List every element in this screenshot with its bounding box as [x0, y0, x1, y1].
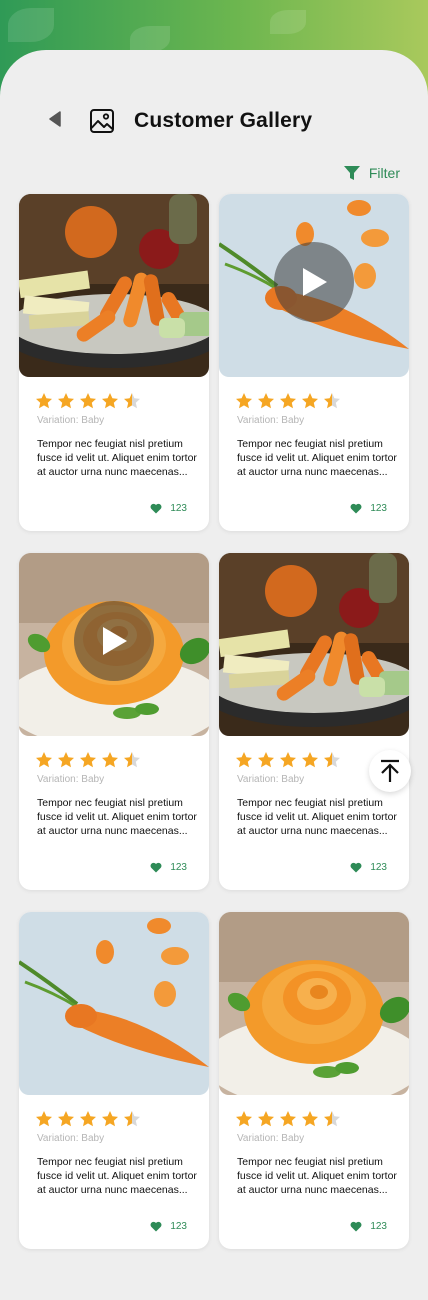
- gallery-card[interactable]: Variation: Baby Tempor nec feugiat nisl p…: [219, 553, 409, 890]
- star-icon: [258, 393, 274, 409]
- background-leaf-decoration: [130, 26, 170, 52]
- star-icon: [36, 752, 52, 768]
- star-icon: [124, 1111, 140, 1127]
- gallery-card[interactable]: Variation: Baby Tempor nec feugiat nisl p…: [19, 912, 209, 1249]
- heart-icon: [350, 862, 362, 873]
- star-rating: [35, 1110, 141, 1128]
- star-icon: [80, 752, 96, 768]
- star-icon: [280, 1111, 296, 1127]
- variation-label: Variation: Baby: [37, 774, 105, 785]
- photo-carrot-rose: [219, 912, 409, 1095]
- gallery-card[interactable]: Variation: Baby Tempor nec feugiat nisl p…: [19, 194, 209, 531]
- back-arrow-icon: [49, 111, 61, 127]
- star-icon: [324, 1111, 340, 1127]
- filter-funnel-icon: [343, 166, 360, 180]
- star-icon: [324, 752, 340, 768]
- like-count: 123: [170, 1221, 187, 1232]
- variation-label: Variation: Baby: [237, 415, 305, 426]
- star-icon: [58, 1111, 74, 1127]
- star-icon: [302, 752, 318, 768]
- star-icon: [124, 393, 140, 409]
- like-button[interactable]: 123: [150, 503, 187, 514]
- play-button[interactable]: [74, 601, 154, 681]
- star-icon: [102, 393, 118, 409]
- review-text: Tempor nec feugiat nisl pretium fusce id…: [237, 438, 397, 478]
- play-button[interactable]: [274, 242, 354, 322]
- star-icon: [302, 393, 318, 409]
- star-icon: [236, 1111, 252, 1127]
- review-text: Tempor nec feugiat nisl pretium fusce id…: [237, 1156, 397, 1196]
- heart-icon: [350, 503, 362, 514]
- star-icon: [302, 1111, 318, 1127]
- star-icon: [58, 752, 74, 768]
- filter-label: Filter: [368, 165, 400, 181]
- star-icon: [324, 393, 340, 409]
- heart-icon: [150, 503, 162, 514]
- photo-carrots-and-apples-platter: [19, 194, 209, 377]
- star-icon: [280, 393, 296, 409]
- star-icon: [102, 752, 118, 768]
- star-rating: [235, 1110, 341, 1128]
- variation-label: Variation: Baby: [37, 1133, 105, 1144]
- photo-carrots-and-apples-platter: [219, 553, 409, 736]
- review-text: Tempor nec feugiat nisl pretium fusce id…: [37, 438, 197, 478]
- gallery-card[interactable]: Variation: Baby Tempor nec feugiat nisl p…: [219, 912, 409, 1249]
- back-button[interactable]: [40, 104, 70, 134]
- photo-single-carrot: [19, 912, 209, 1095]
- arrow-up-to-top-icon: [381, 759, 399, 782]
- like-button[interactable]: 123: [350, 503, 387, 514]
- gallery-media[interactable]: [19, 194, 209, 377]
- star-icon: [80, 1111, 96, 1127]
- like-count: 123: [370, 503, 387, 514]
- star-rating: [235, 392, 341, 410]
- star-icon: [236, 393, 252, 409]
- star-icon: [102, 1111, 118, 1127]
- gallery-grid: Variation: Baby Tempor nec feugiat nisl p…: [19, 194, 409, 1249]
- gallery-media[interactable]: [19, 912, 209, 1095]
- like-button[interactable]: 123: [150, 862, 187, 873]
- background-leaf-decoration: [8, 8, 54, 42]
- gallery-media[interactable]: [219, 553, 409, 736]
- star-icon: [236, 752, 252, 768]
- star-rating: [35, 392, 141, 410]
- star-icon: [258, 752, 274, 768]
- star-rating: [35, 751, 141, 769]
- heart-icon: [150, 1221, 162, 1232]
- review-text: Tempor nec feugiat nisl pretium fusce id…: [37, 1156, 197, 1196]
- gallery-card[interactable]: Variation: Baby Tempor nec feugiat nisl p…: [19, 553, 209, 890]
- gallery-media[interactable]: [219, 194, 409, 377]
- like-button[interactable]: 123: [150, 1221, 187, 1232]
- play-icon: [103, 627, 127, 655]
- star-icon: [280, 752, 296, 768]
- like-count: 123: [370, 862, 387, 873]
- heart-icon: [150, 862, 162, 873]
- gallery-media[interactable]: [19, 553, 209, 736]
- page-title: Customer Gallery: [134, 109, 313, 132]
- like-count: 123: [170, 862, 187, 873]
- heart-icon: [350, 1221, 362, 1232]
- filter-button[interactable]: Filter: [343, 162, 400, 184]
- star-icon: [80, 393, 96, 409]
- image-icon: [90, 109, 114, 133]
- variation-label: Variation: Baby: [37, 415, 105, 426]
- gallery-card[interactable]: Variation: Baby Tempor nec feugiat nisl p…: [219, 194, 409, 531]
- star-icon: [36, 1111, 52, 1127]
- star-icon: [58, 393, 74, 409]
- star-icon: [258, 1111, 274, 1127]
- star-icon: [124, 752, 140, 768]
- review-text: Tempor nec feugiat nisl pretium fusce id…: [237, 797, 397, 837]
- play-icon: [303, 268, 327, 296]
- variation-label: Variation: Baby: [237, 774, 305, 785]
- background-leaf-decoration: [270, 10, 306, 34]
- review-text: Tempor nec feugiat nisl pretium fusce id…: [37, 797, 197, 837]
- gallery-media[interactable]: [219, 912, 409, 1095]
- like-count: 123: [170, 503, 187, 514]
- star-icon: [36, 393, 52, 409]
- scroll-to-top-button[interactable]: [369, 750, 411, 792]
- star-rating: [235, 751, 341, 769]
- variation-label: Variation: Baby: [237, 1133, 305, 1144]
- like-button[interactable]: 123: [350, 862, 387, 873]
- like-button[interactable]: 123: [350, 1221, 387, 1232]
- like-count: 123: [370, 1221, 387, 1232]
